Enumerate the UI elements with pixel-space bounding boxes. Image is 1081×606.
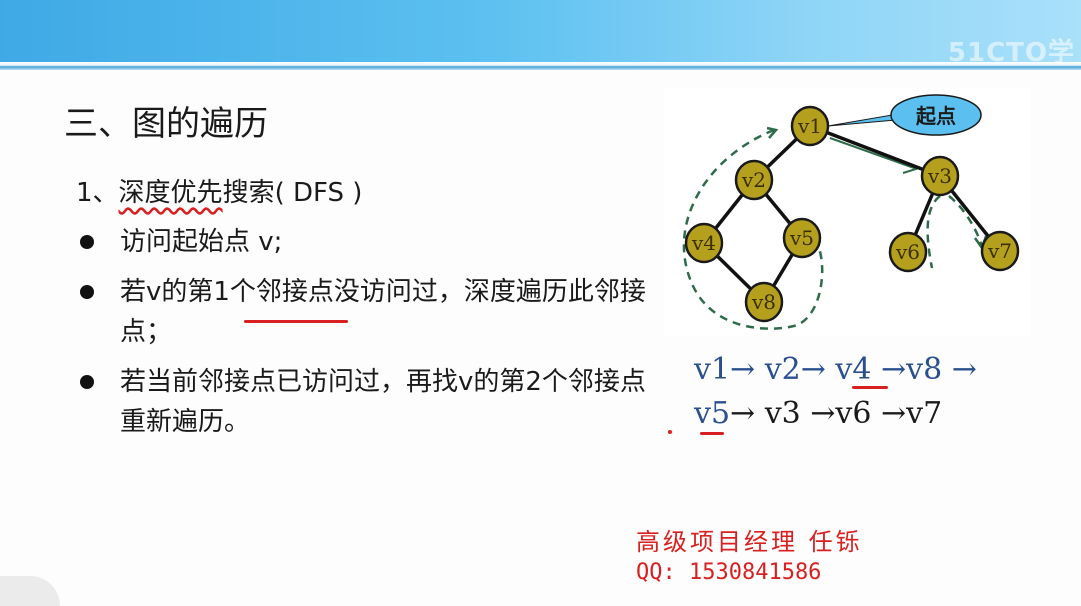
bullet-item: 若v的第1个邻接点没访问过，深度遍历此邻接点； xyxy=(76,272,656,352)
section-number: 1、 xyxy=(76,178,119,208)
section-keyword: 深度优先 xyxy=(118,178,223,208)
node-v2: v2 xyxy=(734,159,774,201)
watermark-logo: 51CTO学 xyxy=(947,38,1075,68)
handwritten-dot xyxy=(668,430,672,434)
graph-edges xyxy=(702,124,1002,304)
section-heading: 1、深度优先搜索( DFS ) xyxy=(76,172,362,209)
node-label-v5: v5 xyxy=(789,226,814,250)
contact-qq: QQ: 1530841586 xyxy=(636,560,822,585)
bullet-dot-icon xyxy=(80,235,94,249)
sequence-rest: → v3 →v6 →v7 xyxy=(730,396,943,431)
author-credit: 高级项目经理 任铄 xyxy=(636,528,863,556)
dfs-sequence-line-2: v5→ v3 →v6 →v7 xyxy=(694,396,1074,431)
bullet-dot-icon xyxy=(80,285,94,299)
node-v8: v8 xyxy=(744,281,784,323)
node-v7: v7 xyxy=(980,230,1020,272)
graph-panel: 起点 v1 v2 v3 v4 v5 v6 v7 v8 xyxy=(664,88,1030,336)
handwritten-underline-v5 xyxy=(700,432,724,435)
handwritten-underline xyxy=(244,320,348,323)
start-callout-label: 起点 xyxy=(915,104,956,128)
top-banner xyxy=(0,0,1081,62)
bullet-text: 若v的第1个邻接点没访问过，深度遍历此邻接点； xyxy=(120,277,646,347)
bullet-item: 若当前邻接点已访问过，再找v的第2个邻接点重新遍历。 xyxy=(76,362,656,442)
bullet-list: 访问起始点 v; 若v的第1个邻接点没访问过，深度遍历此邻接点； 若当前邻接点已… xyxy=(76,222,656,452)
section-rest: 搜索( DFS ) xyxy=(222,178,363,208)
slide-title: 三、图的遍历 xyxy=(64,104,268,144)
node-label-v2: v2 xyxy=(741,168,766,192)
dfs-graph: 起点 v1 v2 v3 v4 v5 v6 v7 v8 xyxy=(682,94,1020,330)
handwritten-underline-v4 xyxy=(852,386,888,389)
node-label-v7: v7 xyxy=(987,239,1012,263)
banner-stripe xyxy=(0,62,1081,70)
node-label-v4: v4 xyxy=(691,231,716,255)
node-v4: v4 xyxy=(684,222,724,264)
node-v1: v1 xyxy=(790,105,830,147)
sequence-v5: v5 xyxy=(694,396,731,431)
bullet-text: 访问起始点 v; xyxy=(120,227,283,257)
node-label-v3: v3 xyxy=(927,164,952,188)
node-label-v8: v8 xyxy=(751,290,776,314)
node-label-v1: v1 xyxy=(797,114,822,138)
v1-v3-guide-arrow xyxy=(829,137,915,169)
bullet-text: 若当前邻接点已访问过，再找v的第2个邻接点重新遍历。 xyxy=(120,367,646,437)
callout-tail xyxy=(827,113,899,127)
node-v6: v6 xyxy=(888,231,928,273)
node-label-v6: v6 xyxy=(895,240,920,264)
dfs-sequence-line-1: v1→ v2→ v4 →v8 → xyxy=(694,352,977,387)
player-corner-logo xyxy=(0,576,60,606)
bullet-dot-icon xyxy=(80,375,94,389)
node-v5: v5 xyxy=(782,217,822,259)
node-v3: v3 xyxy=(920,155,960,197)
bullet-item: 访问起始点 v; xyxy=(76,222,656,262)
dfs-path-right-1 xyxy=(926,195,941,269)
